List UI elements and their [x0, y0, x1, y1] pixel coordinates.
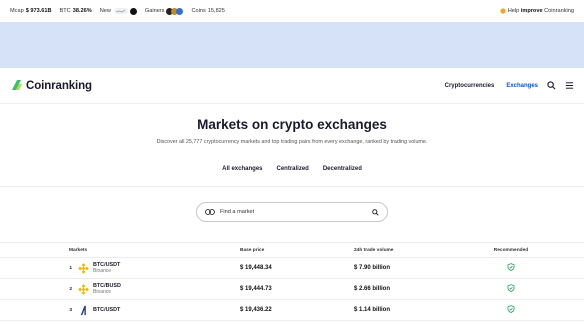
table-header: Markets Base price 24h trade volume Reco…: [0, 242, 584, 258]
recommended-cell: [458, 284, 584, 294]
market-cell: 1 BTC/USDT Binance: [0, 262, 190, 274]
market-search-wrapper: Find a market: [0, 202, 584, 222]
coin-pair-icon: [205, 209, 215, 215]
tab-decentralized[interactable]: Decentralized: [323, 166, 362, 172]
trade-volume: $ 7.90 billion: [354, 265, 391, 271]
new-coins-stat[interactable]: New: [99, 7, 137, 15]
binance-icon: [78, 283, 89, 295]
markets-table: Markets Base price 24h trade volume Reco…: [0, 242, 584, 321]
coins-label: Coins: [191, 8, 206, 14]
market-cell: 2 BTC/BUSD Binance: [0, 283, 190, 295]
menu-icon[interactable]: [565, 81, 574, 90]
recommended-shield-icon: [507, 284, 515, 292]
search-placeholder: Find a market: [220, 209, 255, 215]
gainer-coin-icon-3: [176, 7, 184, 15]
new-sparkline-icon: [113, 8, 128, 14]
recommended-shield-icon: [507, 263, 515, 271]
new-label: New: [99, 8, 111, 14]
nav-exchanges-link[interactable]: Exchanges: [506, 83, 538, 89]
search-icon[interactable]: [372, 208, 379, 216]
btc-dominance-stat: BTC 38.26%: [60, 8, 92, 14]
nav-cryptocurrencies-link[interactable]: Cryptocurrencies: [445, 83, 495, 89]
trade-volume: $ 1.14 billion: [354, 307, 391, 313]
rank-number: 2: [69, 286, 72, 292]
nav-links: Cryptocurrencies Exchanges: [433, 81, 574, 90]
help-improve-link[interactable]: Help improve Coinranking: [500, 8, 574, 14]
base-price: $ 19,448.34: [240, 265, 272, 271]
market-search-input[interactable]: Find a market: [196, 202, 388, 222]
tab-all-exchanges[interactable]: All exchanges: [222, 166, 262, 172]
btc-value: 38.26%: [72, 8, 92, 14]
coins-value: 15,825: [207, 8, 225, 14]
market-cell: 3 BTC/USDT: [0, 305, 190, 316]
help-prefix: Help: [507, 8, 520, 14]
page-title: Markets on crypto exchanges: [197, 117, 387, 132]
search-icon[interactable]: [547, 81, 556, 90]
mcap-label: Mcap: [10, 8, 24, 14]
hand-icon: [500, 8, 506, 14]
help-bold: improve: [520, 8, 543, 14]
header-recommended: Recommended: [493, 247, 529, 253]
main-nav: Coinranking Cryptocurrencies Exchanges: [0, 68, 584, 104]
rank-number: 1: [69, 265, 72, 271]
rank-number: 3: [69, 307, 72, 313]
tab-centralized[interactable]: Centralized: [277, 166, 309, 172]
header-base-price: Base price: [240, 247, 265, 253]
ad-banner[interactable]: [0, 22, 584, 68]
mcap-value: $ 973.61B: [25, 8, 52, 14]
brand-logo[interactable]: Coinranking: [10, 79, 92, 92]
recommended-cell: [458, 305, 584, 315]
recommended-shield-icon: [507, 305, 515, 313]
coins-count-stat: Coins 15,825: [191, 8, 224, 14]
new-coin-icon: [129, 7, 137, 15]
exchange-name: Binance: [93, 268, 112, 274]
help-suffix: Coinranking: [544, 8, 574, 14]
header-markets: Markets: [69, 247, 88, 253]
market-cap-stat: Mcap $ 973.61B: [10, 8, 52, 14]
trade-volume: $ 2.66 billion: [354, 286, 391, 292]
base-price: $ 19,444.73: [240, 286, 272, 292]
gainers-stat[interactable]: Gainers: [144, 7, 184, 15]
section-divider: [0, 186, 584, 187]
brand-name: Coinranking: [26, 79, 92, 92]
recommended-cell: [458, 263, 584, 273]
binance-icon: [78, 262, 89, 274]
table-row[interactable]: 2 BTC/BUSD Binance $ 19,444.73 $ 2.66 bi…: [0, 279, 584, 300]
hero-section: Markets on crypto exchanges Discover all…: [0, 104, 584, 145]
stats-bar: Mcap $ 973.61B BTC 38.26% New Gainers Co…: [0, 0, 584, 22]
gainers-label: Gainers: [144, 8, 165, 14]
page-subtitle: Discover all 25,777 cryptocurrency marke…: [156, 139, 428, 145]
exchange-filter-tabs: All exchanges Centralized Decentralized: [0, 166, 584, 172]
table-row[interactable]: 3 BTC/USDT $ 19,436.22 $ 1.14 billion: [0, 300, 584, 321]
exchange-logo-icon: [80, 305, 86, 315]
base-price: $ 19,436.22: [240, 307, 272, 313]
btc-label: BTC: [59, 8, 71, 14]
header-volume: 24h trade volume: [354, 247, 394, 253]
coinranking-logo-icon: [12, 80, 22, 90]
pair-name: BTC/USDT: [93, 307, 121, 313]
exchange-name: Binance: [93, 289, 112, 295]
table-row[interactable]: 1 BTC/USDT Binance $ 19,448.34 $ 7.90 bi…: [0, 258, 584, 279]
